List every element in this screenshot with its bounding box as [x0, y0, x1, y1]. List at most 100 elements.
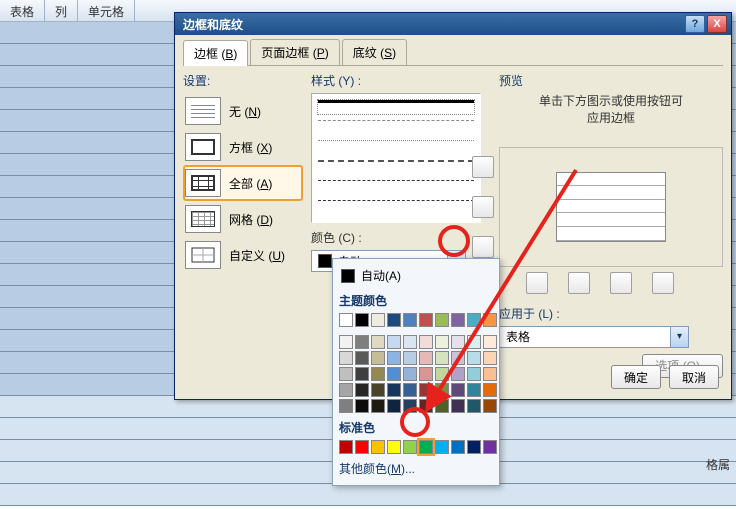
- color-swatch[interactable]: [435, 440, 449, 454]
- color-swatch[interactable]: [339, 313, 353, 327]
- style-dash[interactable]: [318, 120, 474, 134]
- close-button[interactable]: X: [707, 15, 727, 33]
- color-swatch[interactable]: [483, 440, 497, 454]
- color-swatch[interactable]: [467, 351, 481, 365]
- edge-right-button[interactable]: [652, 272, 674, 294]
- color-swatch[interactable]: [419, 440, 433, 454]
- color-swatch[interactable]: [403, 383, 417, 397]
- more-colors-option[interactable]: 其他颜色(M)...: [337, 456, 495, 481]
- apply-dropdown-button[interactable]: [670, 327, 688, 347]
- color-swatch[interactable]: [483, 335, 497, 349]
- apply-combo[interactable]: 表格: [499, 326, 689, 348]
- color-swatch[interactable]: [371, 313, 385, 327]
- color-swatch[interactable]: [451, 351, 465, 365]
- color-swatch[interactable]: [435, 335, 449, 349]
- color-swatch[interactable]: [371, 399, 385, 413]
- style-dot[interactable]: [318, 140, 474, 154]
- color-swatch[interactable]: [435, 383, 449, 397]
- color-swatch[interactable]: [467, 313, 481, 327]
- color-swatch[interactable]: [371, 440, 385, 454]
- color-swatch[interactable]: [339, 440, 353, 454]
- color-swatch[interactable]: [419, 367, 433, 381]
- color-swatch[interactable]: [403, 367, 417, 381]
- edge-vmid-button[interactable]: [610, 272, 632, 294]
- color-swatch[interactable]: [339, 351, 353, 365]
- color-swatch[interactable]: [483, 399, 497, 413]
- color-swatch[interactable]: [371, 383, 385, 397]
- color-swatch[interactable]: [371, 351, 385, 365]
- color-swatch[interactable]: [355, 367, 369, 381]
- color-swatch[interactable]: [435, 351, 449, 365]
- edge-bottom-button[interactable]: [472, 236, 494, 258]
- style-dashdot[interactable]: [318, 160, 474, 174]
- edge-left-button[interactable]: [568, 272, 590, 294]
- color-swatch[interactable]: [419, 351, 433, 365]
- color-swatch[interactable]: [451, 313, 465, 327]
- titlebar[interactable]: 边框和底纹 ? X: [175, 13, 731, 35]
- color-swatch[interactable]: [403, 399, 417, 413]
- color-swatch[interactable]: [355, 440, 369, 454]
- color-swatch[interactable]: [403, 313, 417, 327]
- color-swatch[interactable]: [371, 335, 385, 349]
- color-swatch[interactable]: [467, 383, 481, 397]
- setting-none[interactable]: 无 (N): [183, 93, 303, 129]
- color-swatch[interactable]: [467, 367, 481, 381]
- thead-col[interactable]: 列: [45, 0, 78, 21]
- color-swatch[interactable]: [387, 399, 401, 413]
- color-swatch[interactable]: [451, 335, 465, 349]
- style-dash2[interactable]: [318, 180, 474, 194]
- color-swatch[interactable]: [355, 313, 369, 327]
- color-swatch[interactable]: [467, 335, 481, 349]
- color-swatch[interactable]: [371, 367, 385, 381]
- color-swatch[interactable]: [387, 335, 401, 349]
- edge-diag1-button[interactable]: [526, 272, 548, 294]
- color-swatch[interactable]: [435, 313, 449, 327]
- tab-page-border[interactable]: 页面边框 (P): [250, 39, 339, 65]
- color-swatch[interactable]: [355, 335, 369, 349]
- color-swatch[interactable]: [483, 313, 497, 327]
- color-auto-option[interactable]: 自动(A): [337, 263, 495, 288]
- cancel-button[interactable]: 取消: [669, 365, 719, 389]
- color-swatch[interactable]: [403, 351, 417, 365]
- color-swatch[interactable]: [339, 335, 353, 349]
- color-swatch[interactable]: [339, 367, 353, 381]
- color-swatch[interactable]: [403, 335, 417, 349]
- color-swatch[interactable]: [387, 313, 401, 327]
- color-swatch[interactable]: [387, 440, 401, 454]
- tab-border[interactable]: 边框 (B): [183, 40, 248, 66]
- color-swatch[interactable]: [467, 440, 481, 454]
- edge-top-button[interactable]: [472, 156, 494, 178]
- color-swatch[interactable]: [419, 335, 433, 349]
- setting-box[interactable]: 方框 (X): [183, 129, 303, 165]
- tab-shading[interactable]: 底纹 (S): [342, 39, 407, 65]
- color-swatch[interactable]: [467, 399, 481, 413]
- setting-grid[interactable]: 网格 (D): [183, 201, 303, 237]
- color-swatch[interactable]: [483, 383, 497, 397]
- color-swatch[interactable]: [355, 383, 369, 397]
- color-swatch[interactable]: [355, 399, 369, 413]
- color-swatch[interactable]: [419, 313, 433, 327]
- edge-hmid-button[interactable]: [472, 196, 494, 218]
- color-swatch[interactable]: [451, 399, 465, 413]
- color-swatch[interactable]: [451, 440, 465, 454]
- style-dash3[interactable]: [318, 200, 474, 214]
- color-swatch[interactable]: [419, 383, 433, 397]
- color-swatch[interactable]: [451, 367, 465, 381]
- color-swatch[interactable]: [435, 367, 449, 381]
- thead-cell[interactable]: 单元格: [78, 0, 135, 21]
- color-swatch[interactable]: [355, 351, 369, 365]
- style-solid[interactable]: [318, 100, 474, 114]
- color-swatch[interactable]: [403, 440, 417, 454]
- setting-custom[interactable]: 自定义 (U): [183, 237, 303, 273]
- color-swatch[interactable]: [387, 367, 401, 381]
- thead-table[interactable]: 表格: [0, 0, 45, 21]
- color-swatch[interactable]: [387, 383, 401, 397]
- color-swatch[interactable]: [419, 399, 433, 413]
- color-swatch[interactable]: [435, 399, 449, 413]
- help-button[interactable]: ?: [685, 15, 705, 33]
- style-list[interactable]: [311, 93, 481, 223]
- color-swatch[interactable]: [483, 367, 497, 381]
- color-swatch[interactable]: [387, 351, 401, 365]
- color-swatch[interactable]: [451, 383, 465, 397]
- ok-button[interactable]: 确定: [611, 365, 661, 389]
